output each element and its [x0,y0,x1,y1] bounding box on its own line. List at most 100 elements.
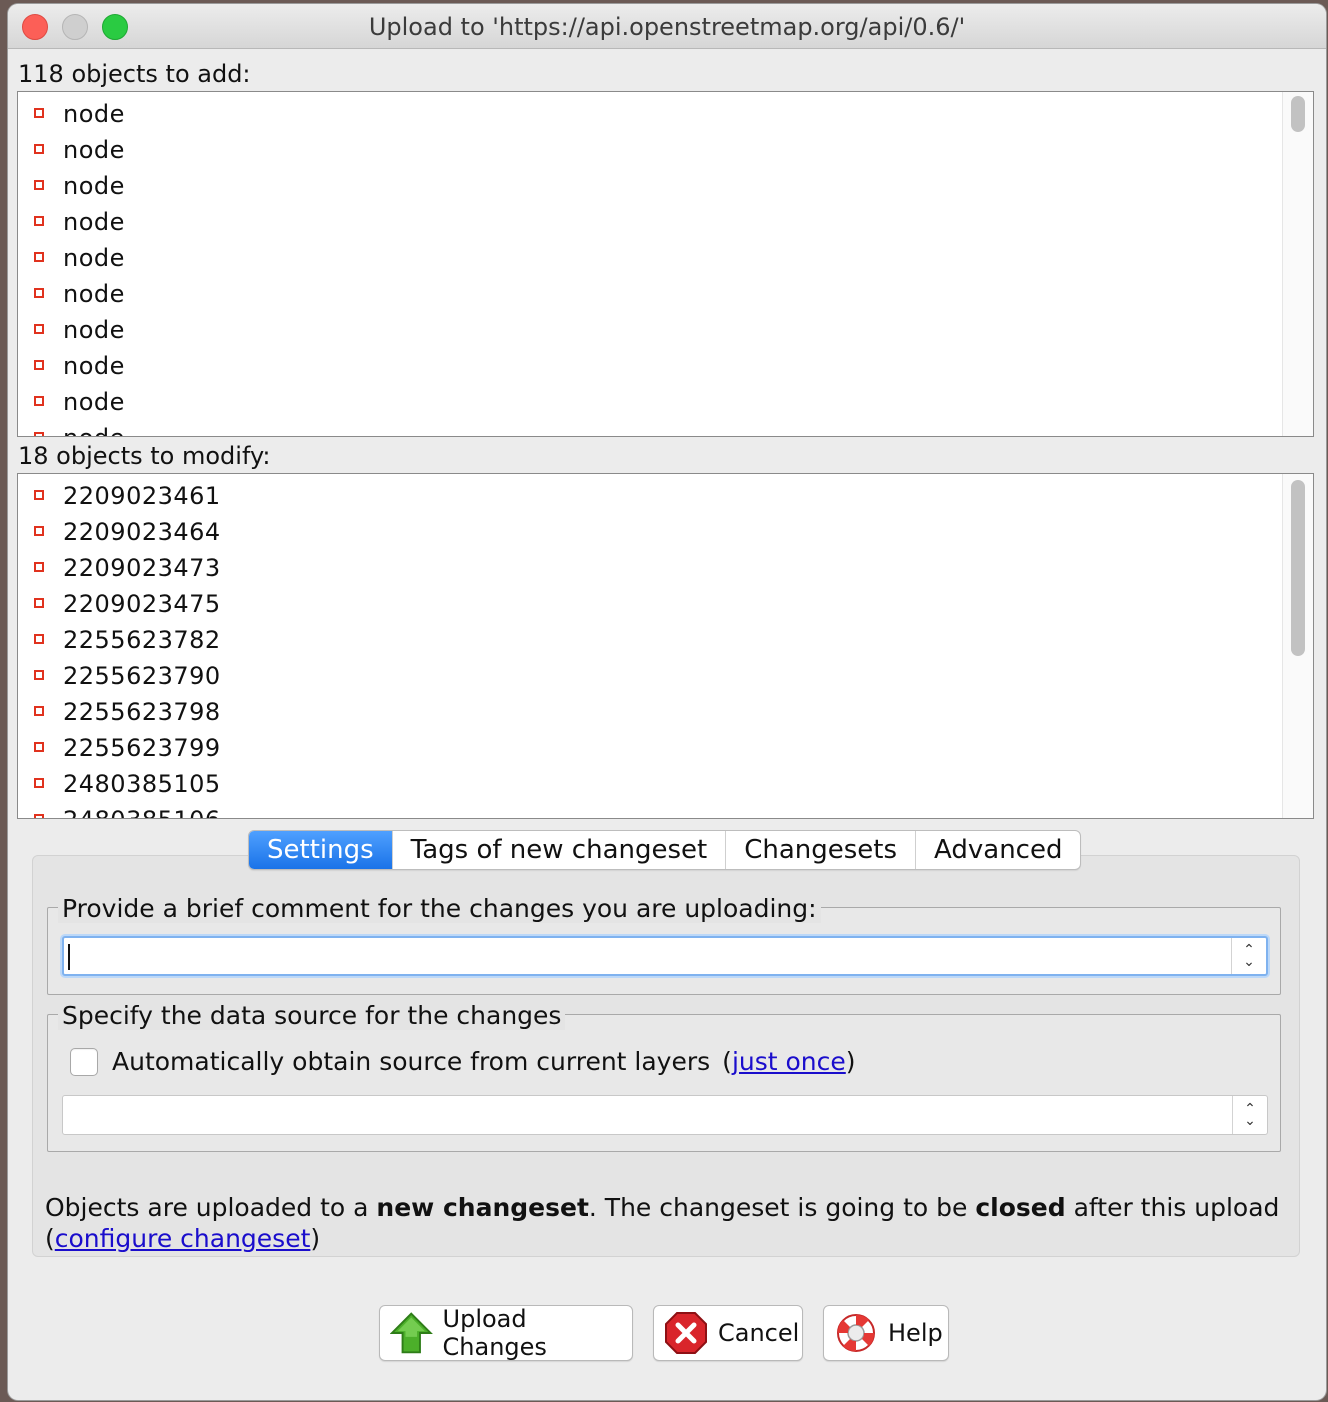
list-item[interactable]: 2255623798 [18,694,1283,730]
list-item[interactable]: node [18,384,1283,420]
node-icon [34,360,44,370]
lifebuoy-help-icon [837,1314,875,1352]
upload-changes-button[interactable]: Upload Changes [379,1305,633,1361]
list-item[interactable]: 2209023473 [18,550,1283,586]
configure-open-paren: ( [45,1224,55,1253]
node-icon [34,144,44,154]
tab-bar: Settings Tags of new changeset Changeset… [248,830,1082,870]
title-bar: Upload to 'https://api.openstreetmap.org… [8,4,1326,49]
node-icon [34,670,44,680]
list-item[interactable]: 2480385105 [18,766,1283,802]
modify-objects-list[interactable]: 2209023461 2209023464 2209023473 2209023475… [17,473,1314,819]
node-icon [34,562,44,572]
just-once-close-paren: ) [845,1047,856,1076]
list-item[interactable]: 2209023475 [18,586,1283,622]
list-item-label: 2480385105 [63,770,221,798]
node-icon [34,288,44,298]
node-icon [34,778,44,788]
info-text-part: Objects are uploaded to a [45,1193,377,1222]
list-item[interactable]: 2209023464 [18,514,1283,550]
just-once-open-paren: ( [722,1047,732,1076]
just-once-link[interactable]: just once [732,1047,846,1076]
auto-source-checkbox[interactable] [70,1047,98,1076]
node-icon [34,108,44,118]
list-item-label: node [63,424,125,436]
list-item-label: 2255623798 [63,698,221,726]
help-button[interactable]: Help [823,1305,949,1361]
list-item[interactable]: node [18,312,1283,348]
list-item[interactable]: node [18,132,1283,168]
list-item-label: node [63,136,125,164]
upload-changes-label: Upload Changes [442,1305,547,1361]
add-section-label: 118 objects to add: [18,60,251,88]
source-group: Specify the data source for the changes … [47,1001,1281,1152]
list-item-label: 2209023461 [63,482,221,510]
list-item-label: node [63,352,125,380]
list-item[interactable]: node [18,348,1283,384]
node-icon [34,252,44,262]
auto-source-row: Automatically obtain source from current… [70,1047,856,1076]
info-text-part: after this upload [1065,1193,1280,1222]
list-item[interactable]: node [18,96,1283,132]
scrollbar-thumb[interactable] [1291,96,1305,132]
list-item-label: node [63,316,125,344]
add-list-scrollbar[interactable] [1282,92,1313,436]
node-icon [34,634,44,644]
node-icon [34,706,44,716]
cancel-label: Cancel [718,1319,800,1347]
list-item-label: 2255623782 [63,626,221,654]
comment-input[interactable] [68,940,1232,972]
tab-changesets[interactable]: Changesets [726,831,917,869]
source-group-legend: Specify the data source for the changes [58,1001,566,1030]
list-item[interactable]: node [18,276,1283,312]
list-item[interactable]: node [18,420,1283,436]
help-label: Help [888,1319,943,1347]
list-item-label: 2255623790 [63,662,221,690]
comment-combobox[interactable]: ⌃ ⌄ [62,936,1268,976]
auto-source-label: Automatically obtain source from current… [112,1047,711,1076]
node-icon [34,814,44,818]
upload-info-text: Objects are uploaded to a new changeset.… [45,1192,1285,1254]
list-item-label: node [63,388,125,416]
list-item[interactable]: 2255623790 [18,658,1283,694]
configure-changeset-link[interactable]: configure changeset [55,1224,311,1253]
node-icon [34,180,44,190]
list-item[interactable]: 2255623782 [18,622,1283,658]
cancel-icon [665,1312,707,1354]
comment-dropdown-arrows-icon[interactable]: ⌃ ⌄ [1231,938,1266,974]
list-item-label: node [63,280,125,308]
window-title: Upload to 'https://api.openstreetmap.org… [368,13,966,41]
tab-settings[interactable]: Settings [249,831,393,869]
configure-close-paren: ) [310,1224,321,1253]
list-item-label: 2209023473 [63,554,221,582]
list-item-label: node [63,208,125,236]
scrollbar-thumb[interactable] [1291,480,1305,656]
list-item[interactable]: 2255623799 [18,730,1283,766]
cancel-button[interactable]: Cancel [653,1305,803,1361]
upload-dialog: Upload to 'https://api.openstreetmap.org… [8,4,1326,1400]
modify-section-label: 18 objects to modify: [18,442,271,470]
list-item[interactable]: node [18,204,1283,240]
add-objects-list[interactable]: node node node node node node node node node node [17,91,1314,437]
node-icon [34,324,44,334]
list-item[interactable]: 2480385106 [18,802,1283,818]
comment-group: Provide a brief comment for the changes … [47,894,1281,995]
list-item[interactable]: node [18,168,1283,204]
list-item[interactable]: 2209023461 [18,478,1283,514]
list-item-label: node [63,172,125,200]
list-item-label: 2255623799 [63,734,221,762]
node-icon [34,432,44,436]
info-new-changeset: new changeset [376,1193,589,1222]
source-dropdown-arrows-icon[interactable]: ⌃ ⌄ [1232,1096,1267,1134]
tab-tags-of-new-changeset[interactable]: Tags of new changeset [393,831,727,869]
modify-list-scrollbar[interactable] [1282,474,1313,818]
tab-advanced[interactable]: Advanced [916,831,1080,869]
source-combobox[interactable]: ⌃ ⌄ [62,1095,1268,1135]
list-item-label: node [63,100,125,128]
node-icon [34,598,44,608]
up-arrow-icon [390,1312,433,1354]
source-input[interactable] [67,1098,1231,1130]
list-item-label: 2209023464 [63,518,221,546]
list-item[interactable]: node [18,240,1283,276]
comment-group-legend: Provide a brief comment for the changes … [58,894,821,923]
